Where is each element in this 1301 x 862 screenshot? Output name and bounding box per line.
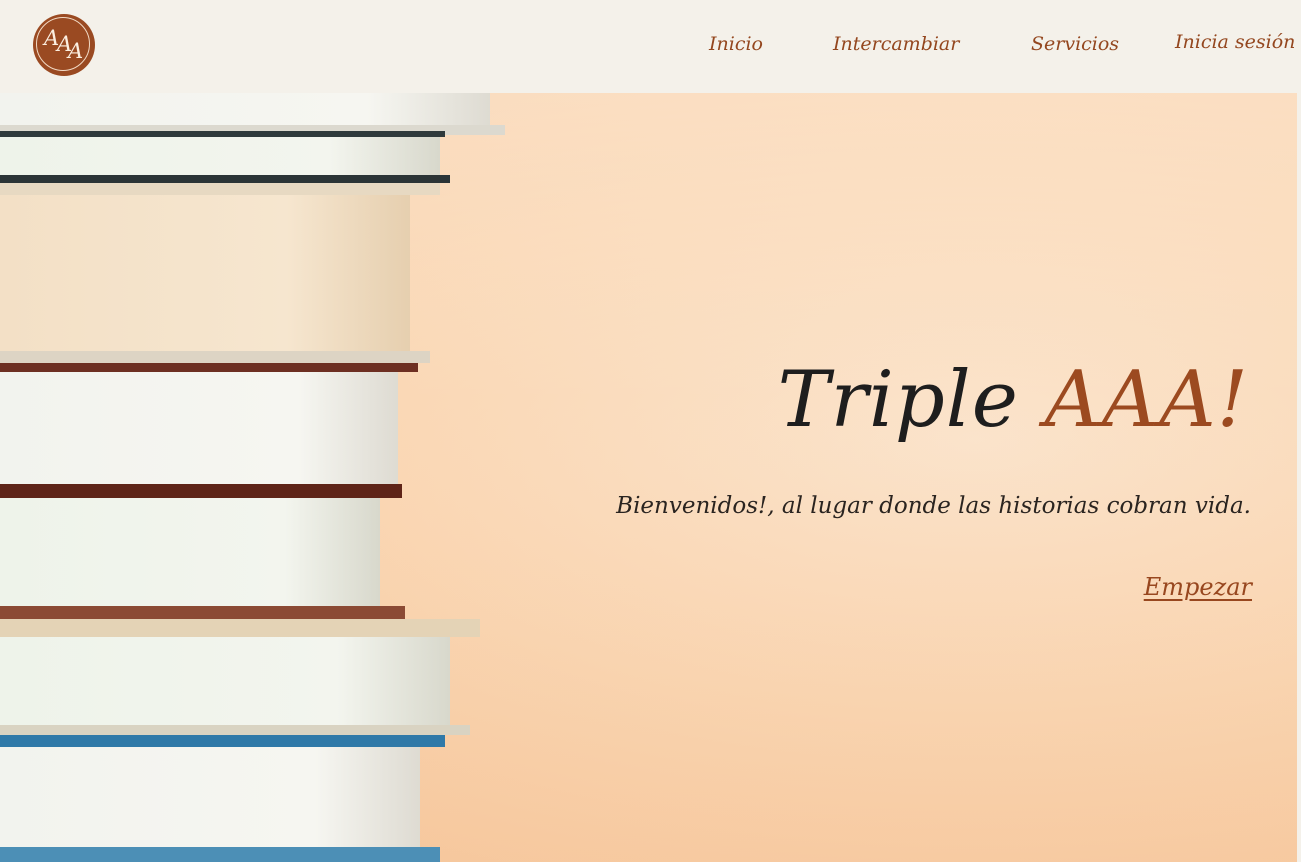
hero-section: Triple AAA! Bienvenidos!, al lugar donde… xyxy=(0,93,1301,862)
site-header: A A A Inicio Intercambiar Servicios Inic… xyxy=(0,0,1301,93)
nav-link-intercambiar[interactable]: Intercambiar xyxy=(833,33,959,55)
book xyxy=(0,183,440,363)
nav-link-inicio[interactable]: Inicio xyxy=(709,33,763,55)
book xyxy=(0,363,418,498)
nav-link-servicios[interactable]: Servicios xyxy=(1031,33,1119,55)
hero-subtitle: Bienvenidos!, al lugar donde las histori… xyxy=(616,493,1251,519)
logo[interactable]: A A A xyxy=(33,14,95,76)
book xyxy=(0,619,480,735)
book xyxy=(0,93,505,137)
logo-letter: A xyxy=(68,39,83,63)
book xyxy=(0,137,450,183)
start-link[interactable]: Empezar xyxy=(1144,573,1252,601)
hero-title-main: Triple xyxy=(778,355,1045,445)
book xyxy=(0,735,445,862)
hero-title-accent: AAA! xyxy=(1045,355,1249,445)
hero-edge xyxy=(1297,93,1301,862)
book xyxy=(0,498,405,619)
book-stack-image xyxy=(0,93,520,862)
hero-title: Triple AAA! xyxy=(778,355,1249,445)
nav-link-login[interactable]: Inicia sesión xyxy=(1175,31,1295,53)
